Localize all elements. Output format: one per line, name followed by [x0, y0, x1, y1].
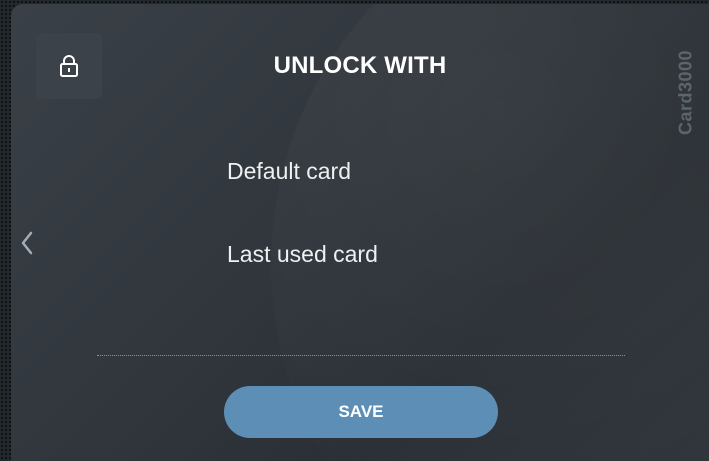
dialog-title: UNLOCK WITH — [273, 52, 447, 79]
brand-label: Card3000 — [675, 49, 696, 136]
chevron-left-icon — [21, 231, 33, 255]
option-last-used-card[interactable]: Last used card — [227, 241, 378, 268]
save-button[interactable]: SAVE — [224, 386, 498, 438]
divider — [97, 355, 625, 356]
back-button[interactable] — [19, 229, 37, 257]
option-default-card[interactable]: Default card — [227, 158, 351, 185]
unlock-dialog: UNLOCK WITH Card3000 Default card Last u… — [11, 4, 709, 461]
